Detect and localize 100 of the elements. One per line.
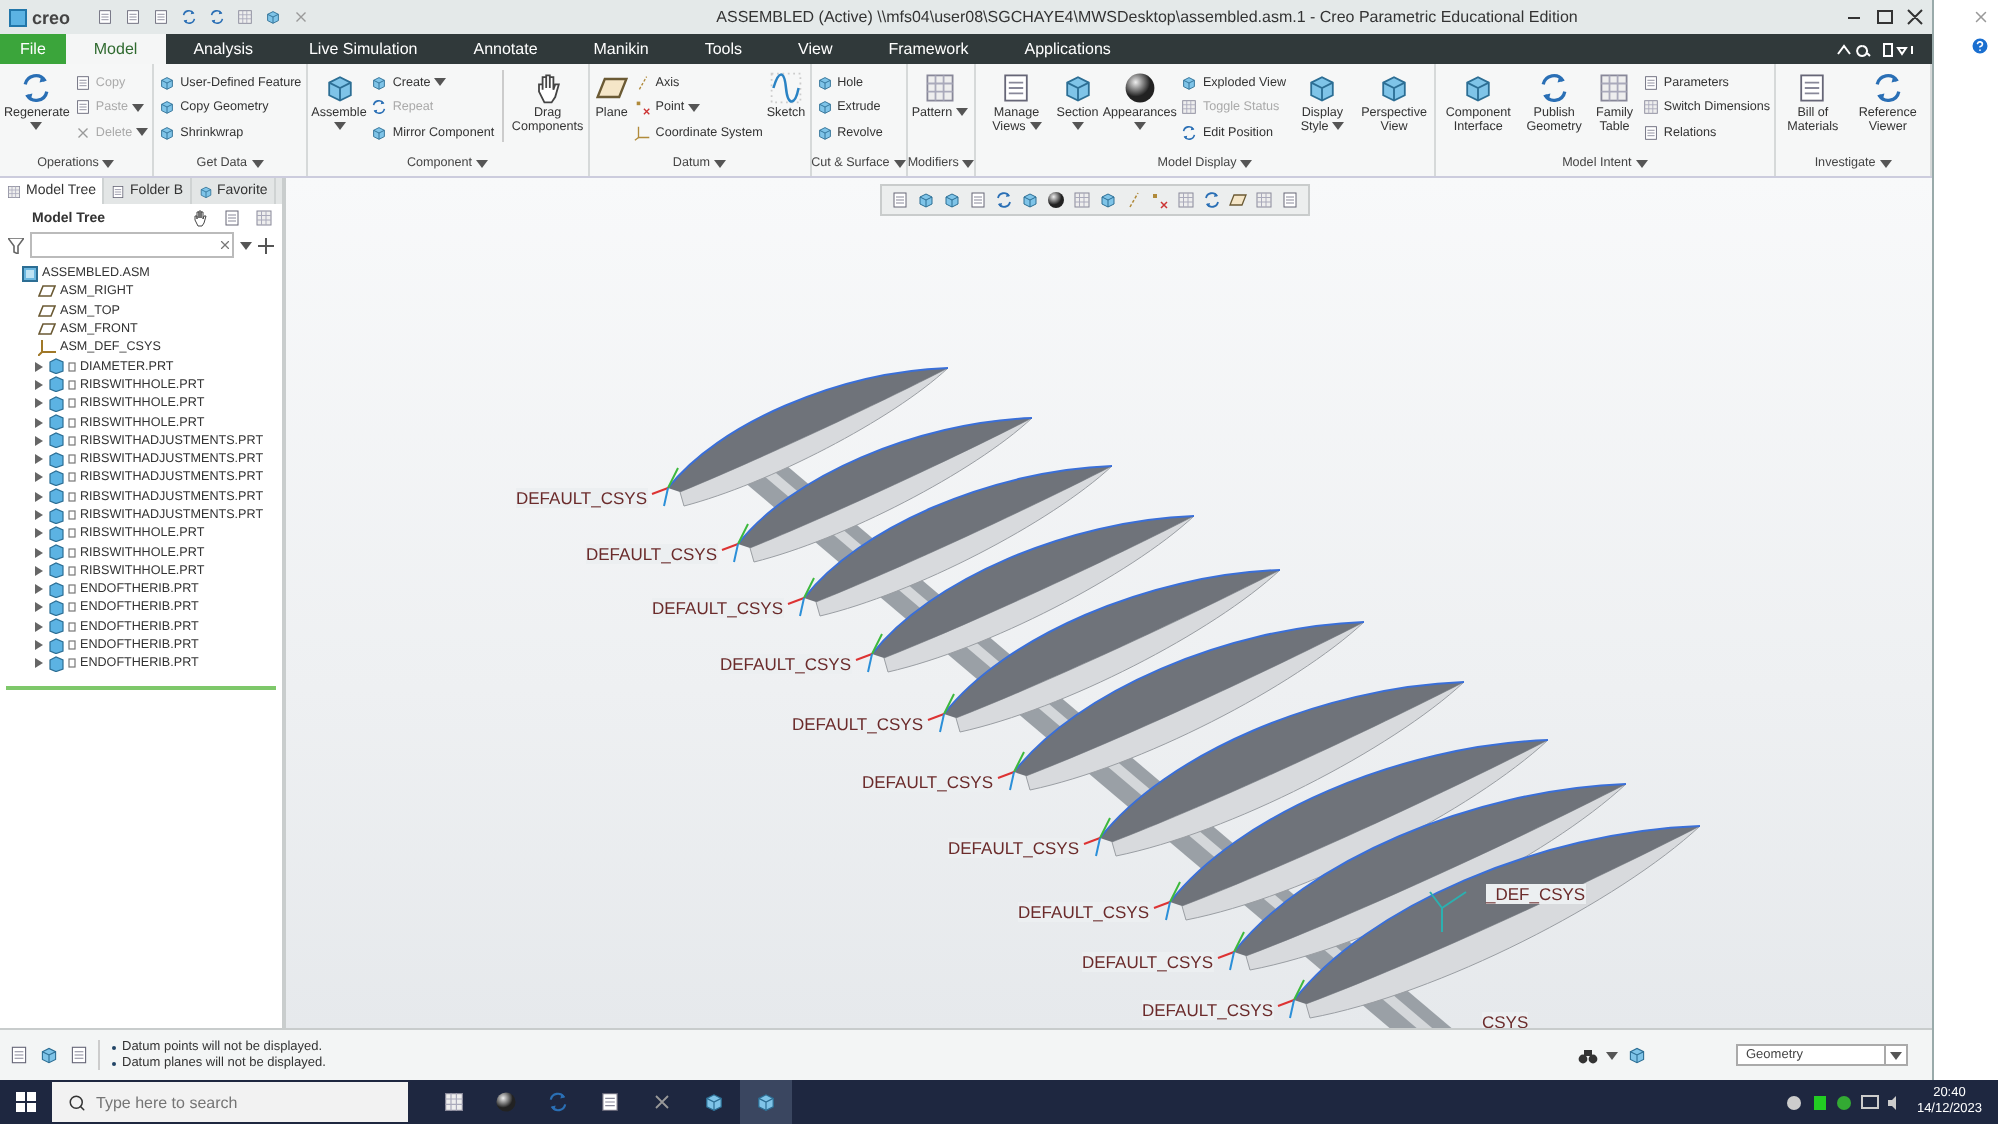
- point-icon: [633, 98, 652, 117]
- csys-label: CSYS: [1482, 1012, 1529, 1028]
- tree-search-field[interactable]: [30, 232, 234, 258]
- clear-icon[interactable]: [218, 238, 232, 252]
- wave-icon: [767, 70, 804, 106]
- sheet-icon: [68, 1044, 90, 1066]
- sheet-icon: [222, 208, 242, 228]
- cube-icon: [264, 8, 283, 26]
- caret-icon: [1240, 159, 1253, 167]
- caret-icon: [1635, 159, 1648, 167]
- add-icon[interactable]: [258, 237, 274, 253]
- ribbon-tab[interactable]: Framework: [860, 34, 997, 64]
- help-icon[interactable]: [1970, 36, 1990, 56]
- cube-icon: [754, 1090, 778, 1114]
- search-icon: [68, 1093, 86, 1111]
- sheet-icon: [889, 190, 909, 210]
- cube-icon: [815, 73, 834, 92]
- ribbon-tab[interactable]: Tools: [676, 34, 771, 64]
- grid-icon: [1071, 190, 1091, 210]
- ribbon-tab[interactable]: Live Simulation: [280, 34, 446, 64]
- expand-arrow-icon[interactable]: [34, 472, 44, 483]
- cube-icon: [702, 1090, 726, 1114]
- ribbon-tab[interactable]: View: [770, 34, 861, 64]
- caret-icon: [132, 103, 145, 112]
- plane-icon: [1227, 190, 1247, 210]
- caret-icon: [1071, 122, 1084, 131]
- caret-icon: [962, 159, 975, 167]
- sheet-icon: [1641, 123, 1660, 142]
- grid-icon: [921, 70, 958, 106]
- caret-icon: [893, 159, 906, 167]
- ribbon-tab[interactable]: Applications: [996, 34, 1139, 64]
- expand-arrow-icon[interactable]: [34, 435, 44, 446]
- assembly-icon: [22, 265, 38, 282]
- sheet-icon: [110, 183, 127, 199]
- expand-arrow-icon[interactable]: [34, 398, 44, 409]
- caret-icon: [1890, 1051, 1902, 1059]
- cube-icon: [370, 123, 389, 142]
- app-logo: creo: [8, 7, 71, 27]
- expand-arrow-icon[interactable]: [34, 454, 44, 465]
- ribbon-tab[interactable]: Model: [65, 34, 166, 64]
- caret-icon: [476, 159, 488, 167]
- caret-icon: [713, 159, 726, 167]
- ribbon-tab[interactable]: Annotate: [445, 34, 566, 64]
- cube-icon: [815, 98, 834, 117]
- csys-icon: [38, 339, 56, 356]
- arrows-icon: [208, 8, 227, 26]
- expand-arrow-icon[interactable]: [34, 621, 44, 632]
- ribbon-tab[interactable]: Manikin: [565, 34, 677, 64]
- csys-label: DEFAULT_CSYS: [1082, 952, 1214, 972]
- caret-icon: [30, 122, 43, 131]
- caret-icon: [1133, 122, 1146, 131]
- csys-label: DEFAULT_CSYS: [1142, 1000, 1274, 1020]
- caret-icon: [102, 159, 115, 167]
- ribbon-tab[interactable]: Analysis: [165, 34, 281, 64]
- caret-icon: [1029, 122, 1042, 131]
- cube-icon: [815, 123, 834, 142]
- arrows-icon: [1201, 190, 1221, 210]
- expand-arrow-icon[interactable]: [34, 528, 44, 539]
- arrows-icon: [993, 190, 1013, 210]
- csys-icon: [633, 123, 652, 142]
- sphere-icon: [1045, 190, 1065, 210]
- expand-arrow-icon[interactable]: [34, 361, 44, 372]
- cube-icon: [158, 123, 177, 142]
- expand-arrow-icon[interactable]: [34, 491, 44, 502]
- expand-arrow-icon[interactable]: [34, 379, 44, 390]
- cube-icon: [197, 183, 213, 199]
- expand-arrow-icon[interactable]: [34, 584, 44, 595]
- expand-arrow-icon[interactable]: [34, 658, 44, 669]
- expand-arrow-icon[interactable]: [34, 547, 44, 558]
- cube-icon: [158, 98, 177, 117]
- expand-arrow-icon[interactable]: [34, 602, 44, 613]
- expand-arrow-icon[interactable]: [34, 510, 44, 520]
- grid-icon: [1180, 98, 1199, 117]
- ribbon-tools-icon[interactable]: [1836, 41, 1916, 57]
- csys-label: DEFAULT_CSYS: [516, 488, 648, 508]
- expand-arrow-icon[interactable]: [34, 565, 44, 576]
- close-icon[interactable]: [1972, 8, 1990, 26]
- windows-logo-icon: [16, 1092, 36, 1112]
- caret-icon: [333, 122, 345, 131]
- taskbar-search-field[interactable]: Type here to search: [52, 1082, 408, 1122]
- csys-label: DEFAULT_CSYS: [652, 598, 784, 618]
- csys-label: DEFAULT_CSYS: [862, 772, 994, 792]
- csys-label: DEFAULT_CSYS: [1018, 902, 1150, 922]
- cube-icon: [158, 73, 177, 92]
- expand-arrow-icon[interactable]: [34, 640, 44, 651]
- grid-icon: [1253, 190, 1273, 210]
- sheet-icon: [96, 8, 115, 26]
- caret-icon: [688, 103, 701, 112]
- grid-icon: [1641, 98, 1660, 117]
- csys-label: DEFAULT_CSYS: [948, 838, 1080, 858]
- cube-icon: [1626, 1044, 1648, 1066]
- filter-icon[interactable]: [8, 237, 24, 253]
- window-controls-icon[interactable]: [1844, 8, 1924, 26]
- cube-icon: [38, 1044, 60, 1066]
- binoculars-icon[interactable]: [1578, 1047, 1598, 1063]
- sheet-icon: [967, 190, 987, 210]
- sheet-icon: [73, 98, 92, 117]
- cube-icon: [1180, 73, 1199, 92]
- expand-arrow-icon[interactable]: [34, 417, 44, 428]
- sphere-icon: [1121, 70, 1158, 106]
